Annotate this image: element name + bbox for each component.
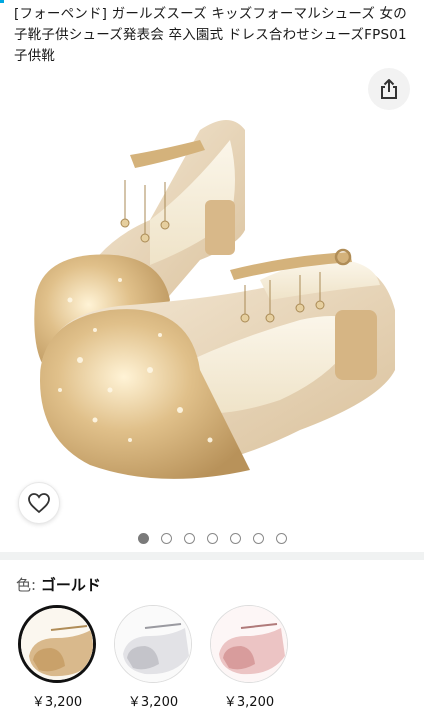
swatch-pink[interactable]: ￥3,200 bbox=[210, 605, 288, 710]
share-button[interactable] bbox=[368, 68, 410, 110]
color-swatches: ￥3,200 ￥3,200 ￥3,200 bbox=[18, 605, 288, 710]
section-divider bbox=[0, 552, 424, 560]
selected-color: ゴールド bbox=[40, 576, 101, 594]
pagination-dot[interactable] bbox=[137, 533, 149, 544]
swatch-silver[interactable]: ￥3,200 bbox=[114, 605, 192, 710]
pagination-dot[interactable] bbox=[275, 533, 287, 544]
pagination-dot[interactable] bbox=[229, 533, 241, 544]
color-label: 色: bbox=[16, 576, 37, 594]
pagination-dot[interactable] bbox=[183, 533, 195, 544]
shoe-photo bbox=[34, 120, 395, 479]
swatch-price: ￥3,200 bbox=[31, 695, 83, 710]
color-selection-label: 色: ゴールド bbox=[16, 574, 101, 595]
image-pagination bbox=[0, 533, 424, 545]
swatch-image bbox=[210, 605, 288, 683]
pagination-dot[interactable] bbox=[160, 533, 172, 544]
pagination-dot[interactable] bbox=[252, 533, 264, 544]
top-accent-bar bbox=[0, 0, 4, 3]
swatch-price: ￥3,200 bbox=[127, 695, 179, 710]
share-icon bbox=[381, 79, 397, 99]
product-image[interactable] bbox=[0, 70, 424, 530]
pagination-dot[interactable] bbox=[206, 533, 218, 544]
swatch-gold[interactable]: ￥3,200 bbox=[18, 605, 96, 710]
heart-icon bbox=[28, 493, 50, 514]
swatch-image bbox=[18, 605, 96, 683]
product-title: [フォーペンド] ガールズスーズ キッズフォーマルシューズ 女の子靴子供シューズ… bbox=[14, 6, 407, 64]
swatch-price: ￥3,200 bbox=[223, 695, 275, 710]
swatch-image bbox=[114, 605, 192, 683]
add-to-wishlist-button[interactable] bbox=[18, 482, 60, 524]
